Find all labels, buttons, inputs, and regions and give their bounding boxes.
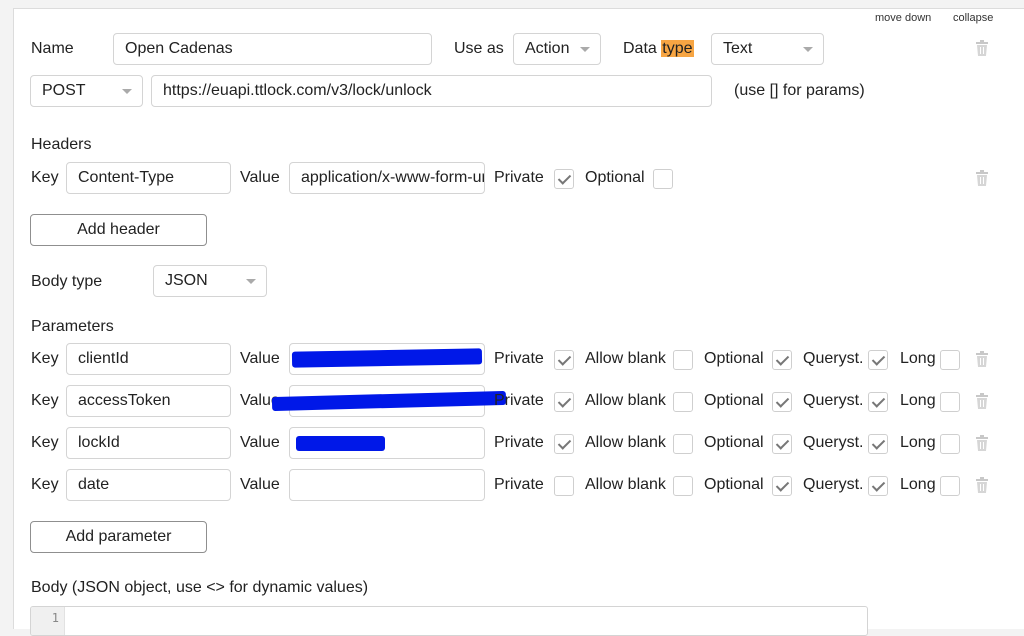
data-type-value: Text — [723, 40, 753, 57]
param-long-checkbox[interactable] — [940, 476, 960, 496]
param-private-checkbox[interactable] — [554, 350, 574, 370]
redaction-mark — [291, 348, 483, 368]
param-key-input[interactable]: accessToken — [66, 385, 231, 417]
param-value-input[interactable] — [289, 469, 485, 501]
header-key-input[interactable]: Content-Type — [66, 162, 231, 194]
param-queryst-label: Queryst. — [803, 392, 864, 409]
param-long-checkbox[interactable] — [940, 350, 960, 370]
header-private-checkbox[interactable] — [554, 169, 574, 189]
param-value-label: Value — [240, 476, 280, 493]
data-type-label: Data type — [623, 39, 694, 59]
param-key-input[interactable]: clientId — [66, 343, 231, 375]
trash-icon[interactable] — [975, 435, 989, 451]
param-long-label: Long — [900, 350, 936, 367]
param-optional-checkbox[interactable] — [772, 434, 792, 454]
param-queryst-label: Queryst. — [803, 434, 864, 451]
param-private-label: Private — [494, 434, 544, 451]
param-queryst-checkbox[interactable] — [868, 392, 888, 412]
header-private-label: Private — [494, 169, 544, 186]
param-value-label: Value — [240, 350, 280, 367]
add-parameter-button[interactable]: Add parameter — [30, 521, 207, 553]
param-optional-label: Optional — [704, 392, 764, 409]
param-allow-blank-checkbox[interactable] — [673, 476, 693, 496]
chevron-down-icon — [122, 89, 132, 94]
header-optional-label: Optional — [585, 169, 645, 186]
trash-icon[interactable] — [975, 477, 989, 493]
param-allow-blank-checkbox[interactable] — [673, 350, 693, 370]
name-input[interactable]: Open Cadenas — [113, 33, 432, 65]
redaction-mark — [296, 436, 385, 451]
param-allow-blank-checkbox[interactable] — [673, 434, 693, 454]
chevron-down-icon — [246, 279, 256, 284]
param-optional-label: Optional — [704, 476, 764, 493]
use-as-value: Action — [525, 40, 570, 57]
use-as-dropdown[interactable]: Action — [513, 33, 601, 65]
param-key-label: Key — [31, 434, 59, 451]
header-value-label: Value — [240, 169, 280, 186]
line-number: 1 — [51, 611, 59, 625]
headers-title: Headers — [31, 136, 92, 153]
param-optional-checkbox[interactable] — [772, 476, 792, 496]
param-allow-blank-label: Allow blank — [585, 392, 666, 409]
param-allow-blank-label: Allow blank — [585, 476, 666, 493]
name-label: Name — [31, 40, 74, 57]
header-optional-checkbox[interactable] — [653, 169, 673, 189]
param-optional-checkbox[interactable] — [772, 350, 792, 370]
editor-gutter: 1 — [31, 607, 65, 635]
param-optional-label: Optional — [704, 434, 764, 451]
method-value: POST — [42, 82, 86, 99]
data-type-dropdown[interactable]: Text — [711, 33, 824, 65]
param-private-label: Private — [494, 350, 544, 367]
param-key-label: Key — [31, 350, 59, 367]
parameters-title: Parameters — [31, 318, 114, 335]
trash-icon[interactable] — [975, 351, 989, 367]
param-long-label: Long — [900, 434, 936, 451]
param-optional-label: Optional — [704, 350, 764, 367]
move-down-link[interactable]: move down — [875, 12, 931, 24]
chevron-down-icon — [803, 47, 813, 52]
param-private-checkbox[interactable] — [554, 476, 574, 496]
chevron-down-icon — [580, 47, 590, 52]
param-long-label: Long — [900, 476, 936, 493]
body-type-dropdown[interactable]: JSON — [153, 265, 267, 297]
body-type-value: JSON — [165, 272, 208, 289]
trash-icon[interactable] — [975, 393, 989, 409]
param-long-checkbox[interactable] — [940, 434, 960, 454]
param-queryst-checkbox[interactable] — [868, 476, 888, 496]
body-type-label: Body type — [31, 273, 103, 290]
header-value-input[interactable]: application/x-www-form-urlencoded — [289, 162, 485, 194]
param-allow-blank-label: Allow blank — [585, 434, 666, 451]
trash-icon[interactable] — [975, 40, 989, 56]
param-private-label: Private — [494, 476, 544, 493]
param-private-label: Private — [494, 392, 544, 409]
param-key-input[interactable]: lockId — [66, 427, 231, 459]
param-private-checkbox[interactable] — [554, 392, 574, 412]
body-editor[interactable]: 1 — [30, 606, 868, 636]
param-value-label: Value — [240, 434, 280, 451]
param-allow-blank-checkbox[interactable] — [673, 392, 693, 412]
param-queryst-label: Queryst. — [803, 350, 864, 367]
method-dropdown[interactable]: POST — [30, 75, 143, 107]
use-as-label: Use as — [454, 40, 504, 57]
add-header-button[interactable]: Add header — [30, 214, 207, 246]
collapse-link[interactable]: collapse — [953, 12, 993, 24]
header-key-label: Key — [31, 169, 59, 186]
param-key-label: Key — [31, 392, 59, 409]
url-hint: (use [] for params) — [734, 82, 865, 99]
param-queryst-checkbox[interactable] — [868, 434, 888, 454]
trash-icon[interactable] — [975, 170, 989, 186]
url-input[interactable]: https://euapi.ttlock.com/v3/lock/unlock — [151, 75, 712, 107]
param-key-input[interactable]: date — [66, 469, 231, 501]
param-key-label: Key — [31, 476, 59, 493]
param-queryst-checkbox[interactable] — [868, 350, 888, 370]
param-long-checkbox[interactable] — [940, 392, 960, 412]
type-highlight: type — [661, 40, 694, 57]
param-private-checkbox[interactable] — [554, 434, 574, 454]
body-label: Body (JSON object, use <> for dynamic va… — [31, 579, 369, 596]
data-label: Data — [623, 40, 657, 57]
param-allow-blank-label: Allow blank — [585, 350, 666, 367]
param-long-label: Long — [900, 392, 936, 409]
param-queryst-label: Queryst. — [803, 476, 864, 493]
param-optional-checkbox[interactable] — [772, 392, 792, 412]
